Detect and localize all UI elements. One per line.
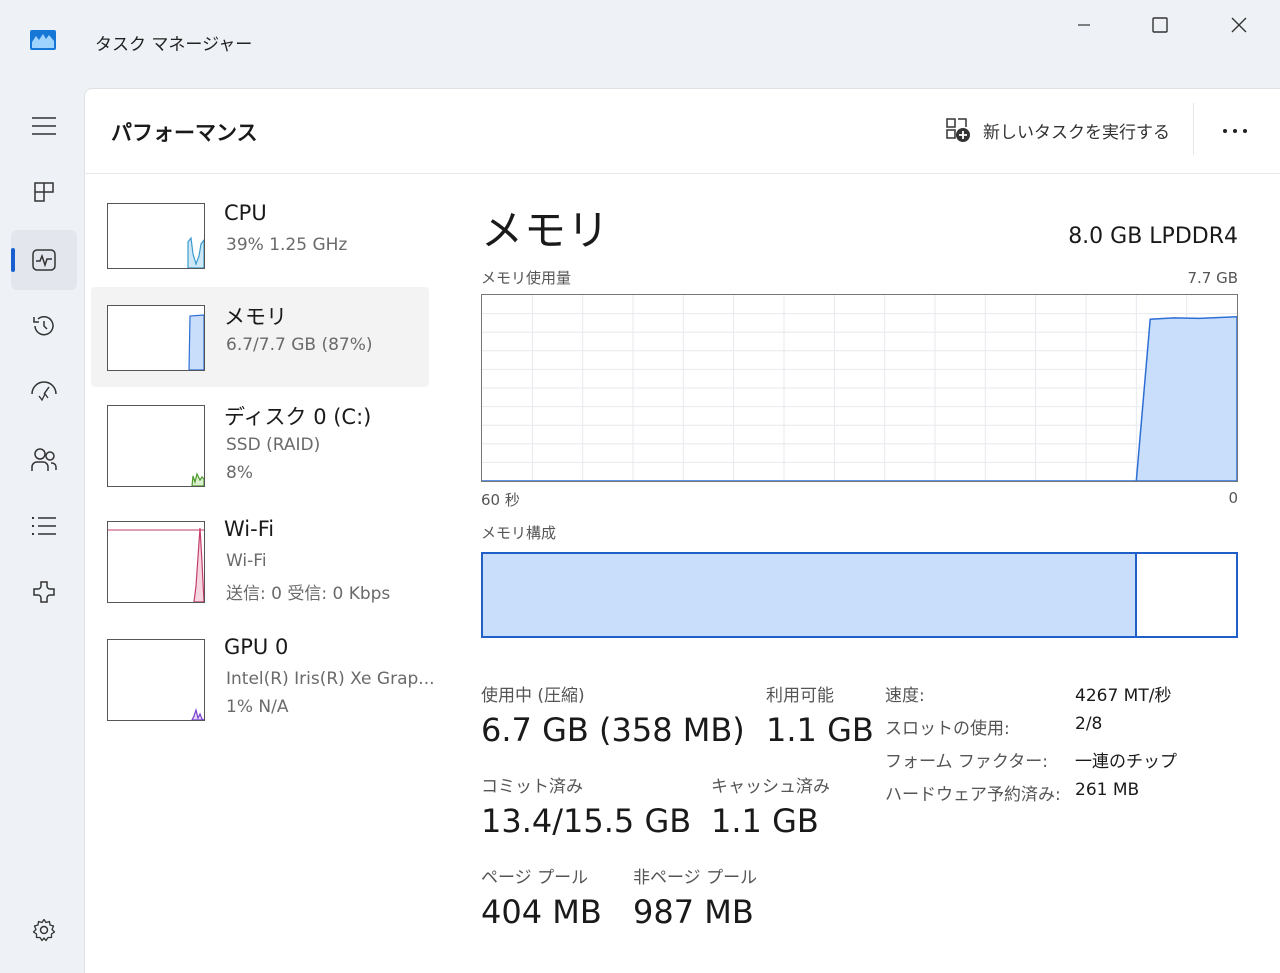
processes-icon — [34, 182, 54, 202]
maximize-icon — [1152, 17, 1168, 33]
memory-thumbnail-graph — [107, 305, 205, 371]
memory-usage-chart — [481, 294, 1238, 482]
device-item-cpu[interactable]: CPU 39% 1.25 GHz — [91, 189, 429, 289]
device-stat: 39% 1.25 GHz — [226, 235, 348, 255]
nav-startup-apps[interactable] — [11, 362, 77, 422]
nonpaged-pool-value: 987 MB — [633, 893, 754, 931]
committed-label: コミット済み — [481, 777, 583, 797]
available-value: 1.1 GB — [766, 711, 874, 749]
app-history-icon — [33, 315, 54, 336]
device-model: Intel(R) Iris(R) Xe Grap... — [226, 669, 435, 689]
device-type: Wi-Fi — [226, 551, 267, 571]
device-item-disk[interactable]: ディスク 0 (C:) SSD (RAID) 8% — [91, 393, 429, 493]
in-use-label: 使用中 (圧縮) — [481, 686, 585, 706]
form-factor-label: フォーム ファクター: — [885, 752, 1048, 772]
startup-apps-icon — [31, 381, 57, 402]
close-icon — [1231, 17, 1247, 33]
speed-value: 4267 MT/秒 — [1075, 686, 1172, 706]
nav-details[interactable] — [11, 496, 77, 556]
device-name: GPU 0 — [224, 635, 289, 659]
cached-value: 1.1 GB — [711, 802, 819, 840]
hardware-reserved-label: ハードウェア予約済み: — [885, 785, 1061, 805]
minimize-button[interactable] — [1064, 8, 1104, 42]
memory-type: 8.0 GB LPDDR4 — [1068, 224, 1238, 249]
nav-performance[interactable] — [11, 230, 77, 290]
page-title: パフォーマンス — [111, 121, 258, 145]
minimize-icon — [1078, 24, 1090, 26]
memory-composition-bar — [481, 552, 1238, 638]
nav-services[interactable] — [11, 562, 77, 622]
settings-gear-icon — [32, 918, 56, 942]
device-stat: 8% — [226, 463, 253, 483]
users-icon — [31, 448, 57, 471]
usage-graph-max: 7.7 GB — [1187, 269, 1238, 287]
cpu-thumbnail-graph — [107, 203, 205, 269]
run-task-icon — [946, 118, 970, 142]
wifi-thumbnail-graph — [107, 521, 205, 603]
device-name: Wi-Fi — [224, 517, 275, 541]
usage-graph-label: メモリ使用量 — [481, 269, 572, 287]
main-panel: パフォーマンス 新しいタスクを実行する CPU 39% 1.25 GHz メモリ… — [84, 88, 1280, 973]
nonpaged-pool-label: 非ページ プール — [633, 868, 758, 888]
device-item-wifi[interactable]: Wi-Fi Wi-Fi 送信: 0 受信: 0 Kbps — [91, 509, 429, 609]
cached-label: キャッシュ済み — [711, 777, 830, 797]
form-factor-value: 一連のチップ — [1075, 752, 1177, 772]
time-axis-right: 0 — [1228, 489, 1238, 507]
panel-header: パフォーマンス 新しいタスクを実行する — [85, 89, 1280, 174]
committed-value: 13.4/15.5 GB — [481, 802, 692, 840]
device-item-memory[interactable]: メモリ 6.7/7.7 GB (87%) — [91, 287, 429, 387]
active-indicator — [11, 248, 15, 272]
hamburger-menu-icon — [32, 117, 56, 135]
paged-pool-label: ページ プール — [481, 868, 589, 888]
nav-settings[interactable] — [11, 900, 77, 960]
navigation-rail — [0, 86, 84, 973]
nav-app-history[interactable] — [11, 296, 77, 356]
time-axis-left: 60 秒 — [481, 491, 520, 509]
more-options-icon — [1223, 129, 1247, 133]
composition-in-use-segment — [483, 554, 1138, 636]
paged-pool-value: 404 MB — [481, 893, 602, 931]
device-stat: 送信: 0 受信: 0 Kbps — [226, 584, 391, 604]
hamburger-menu-button[interactable] — [11, 96, 77, 156]
device-type: SSD (RAID) — [226, 435, 321, 455]
services-icon — [33, 581, 55, 603]
composition-label: メモリ構成 — [481, 524, 557, 542]
available-label: 利用可能 — [766, 686, 834, 706]
device-name: CPU — [224, 201, 267, 225]
details-list-icon — [32, 517, 56, 535]
in-use-value: 6.7 GB (358 MB) — [481, 711, 745, 749]
device-item-gpu[interactable]: GPU 0 Intel(R) Iris(R) Xe Grap... 1% N/A — [91, 627, 435, 727]
device-name: メモリ — [224, 305, 287, 329]
memory-usage-area — [482, 315, 1238, 482]
device-stat: 1% N/A — [226, 697, 289, 717]
hardware-reserved-value: 261 MB — [1075, 780, 1140, 800]
device-stat: 6.7/7.7 GB (87%) — [226, 335, 373, 355]
speed-label: 速度: — [885, 686, 925, 706]
performance-icon — [32, 249, 56, 271]
run-task-label: 新しいタスクを実行する — [983, 122, 1170, 143]
app-icon — [30, 30, 56, 50]
slots-value: 2/8 — [1075, 714, 1103, 734]
memory-usage-svg — [482, 295, 1238, 482]
nav-users[interactable] — [11, 430, 77, 490]
run-new-task-button[interactable]: 新しいタスクを実行する — [945, 115, 1170, 145]
disk-thumbnail-graph — [107, 405, 205, 487]
device-name: ディスク 0 (C:) — [224, 405, 372, 429]
nav-processes[interactable] — [11, 162, 77, 222]
more-options-button[interactable] — [1207, 111, 1263, 151]
close-button[interactable] — [1219, 8, 1259, 42]
maximize-button[interactable] — [1140, 8, 1180, 42]
header-divider — [1193, 103, 1194, 155]
slots-label: スロットの使用: — [885, 719, 1010, 739]
memory-title: メモリ — [481, 206, 611, 255]
gpu-thumbnail-graph — [107, 639, 205, 721]
window-title: タスク マネージャー — [95, 35, 253, 55]
